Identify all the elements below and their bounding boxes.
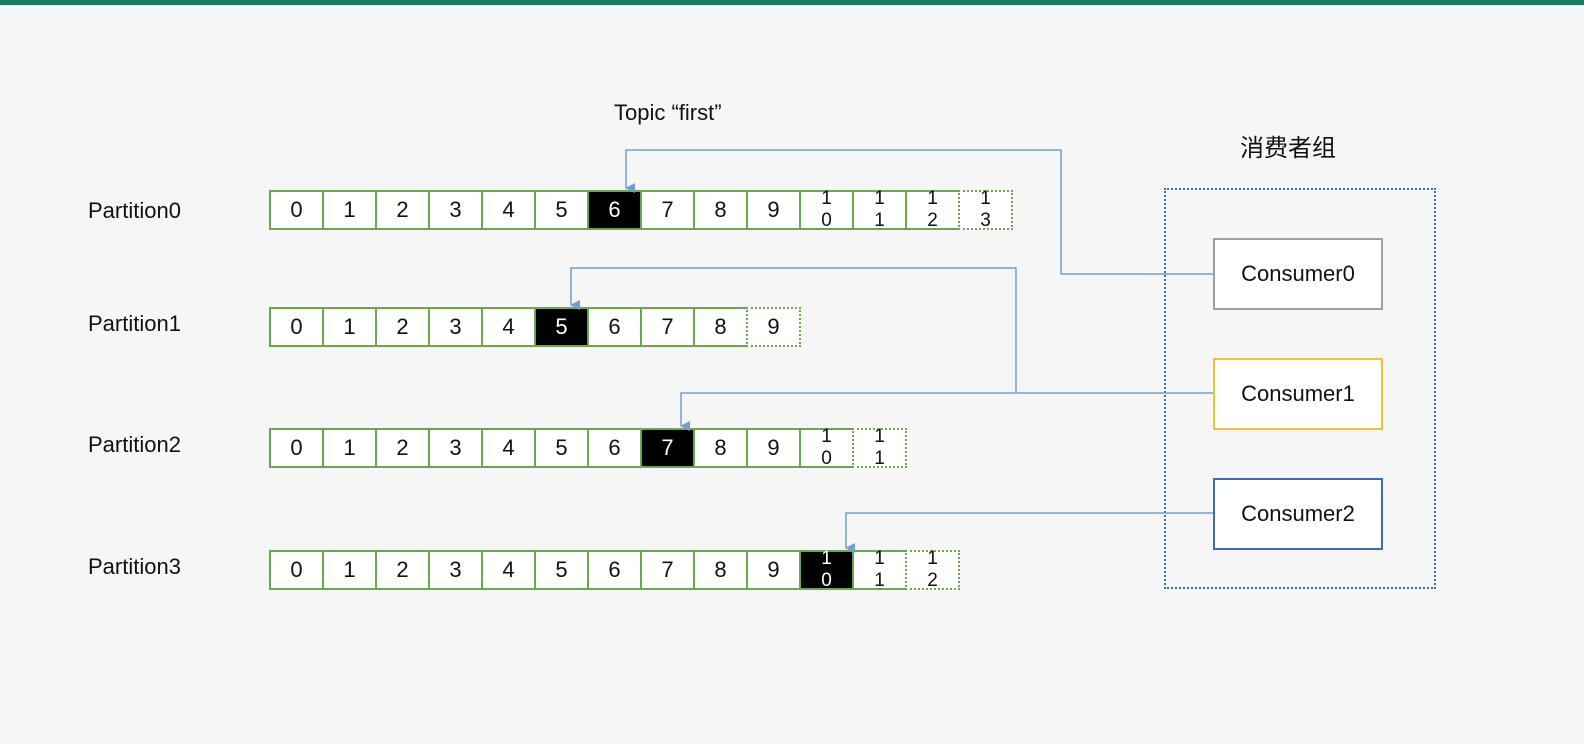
arrow-consumer0-partition0 bbox=[625, 149, 1213, 275]
connector-arrows bbox=[570, 149, 1213, 553]
arrow-consumer1-partition1 bbox=[570, 267, 1213, 394]
arrow-consumer1-partition2 bbox=[680, 392, 1016, 431]
arrow-consumer2-partition3 bbox=[845, 512, 1213, 553]
